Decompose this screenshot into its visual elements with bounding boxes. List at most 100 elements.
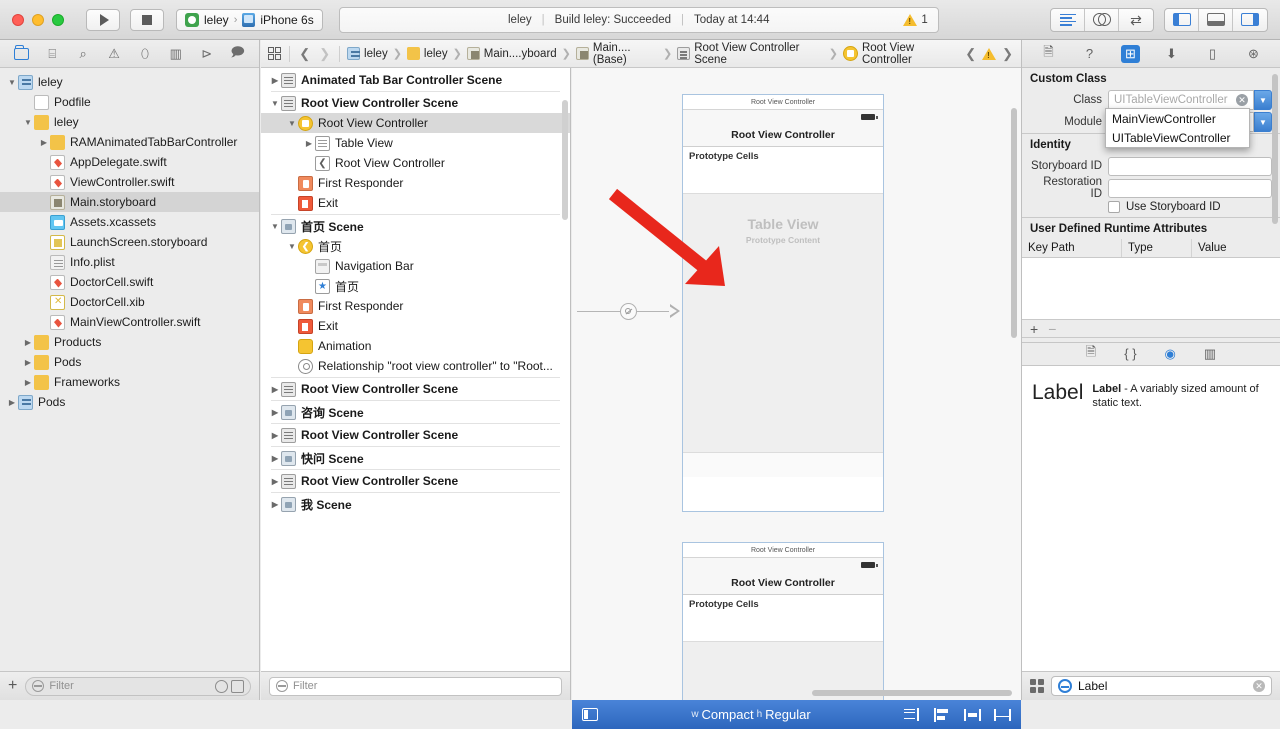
table-view-body-top[interactable]: Table View Prototype Content (683, 194, 883, 452)
chevron-right-icon[interactable]: ❯ (317, 46, 332, 62)
navigator-item[interactable]: ▶ Pods (0, 352, 259, 372)
disclosure-triangle-icon[interactable]: ▶ (269, 76, 281, 85)
report-navigator-icon[interactable]: 🗩 (227, 44, 249, 63)
file-inspector-icon[interactable]: 🗎 (1039, 44, 1058, 63)
disclosure-triangle-icon[interactable]: ▶ (6, 398, 18, 407)
project-navigator-icon[interactable] (10, 44, 32, 63)
test-navigator-icon[interactable]: ⬯ (134, 45, 156, 63)
class-combobox[interactable]: UITableViewController ✕ ▼ (1108, 90, 1272, 110)
find-navigator-icon[interactable]: ⌕ (72, 45, 94, 63)
toggle-debug-area-button[interactable] (1199, 8, 1233, 31)
outline-row[interactable]: ▼ 首页 Scene (261, 216, 570, 236)
breadcrumb-segment[interactable]: leley (406, 47, 448, 60)
navigator-item[interactable]: ▶ RAMAnimatedTabBarController (0, 132, 259, 152)
disclosure-triangle-icon[interactable]: ▶ (269, 477, 281, 486)
toggle-utilities-button[interactable] (1233, 9, 1267, 31)
class-input[interactable]: UITableViewController (1108, 90, 1254, 110)
outline-row[interactable]: First Responder (261, 173, 570, 193)
clear-filter-icon[interactable]: ✕ (1253, 680, 1265, 692)
align-icon[interactable] (963, 708, 981, 722)
navigator-item[interactable]: DoctorCell.xib (0, 292, 259, 312)
storyboard-entry-point-icon[interactable] (620, 303, 637, 320)
breadcrumb-segment[interactable]: Main....yboard (466, 47, 557, 60)
object-library-icon[interactable]: ◉ (1165, 346, 1176, 362)
disclosure-triangle-icon[interactable]: ▶ (269, 408, 281, 417)
media-library-icon[interactable]: ▥ (1204, 346, 1216, 362)
scheme-selector[interactable]: leley › iPhone 6s (176, 8, 323, 31)
breadcrumb-segment[interactable]: Main....(Base) (575, 42, 658, 66)
standard-editor-button[interactable] (1051, 8, 1085, 31)
run-button[interactable] (86, 8, 120, 31)
storyboard-canvas[interactable]: Root View Controller Root View Controlle… (572, 68, 1021, 700)
outline-row[interactable]: First Responder (261, 296, 570, 316)
add-attribute-button[interactable]: + (1030, 321, 1038, 337)
navigator-item[interactable]: ▼ leley (0, 112, 259, 132)
issue-navigator-icon[interactable]: ⚠ (103, 45, 125, 63)
navigator-item[interactable]: AppDelegate.swift (0, 152, 259, 172)
class-dropdown-menu[interactable]: MainViewController UITableViewController (1105, 108, 1250, 148)
dropdown-option[interactable]: MainViewController (1106, 109, 1249, 128)
scene-root-view-controller-top[interactable]: Root View Controller Root View Controlle… (682, 94, 884, 512)
outline-row[interactable]: ▶ Root View Controller Scene (261, 379, 570, 399)
chevron-left-icon[interactable]: ❮ (297, 46, 312, 62)
library-view-grid-icon[interactable] (1030, 679, 1044, 693)
jumpbar-warning-icon[interactable] (982, 47, 997, 60)
toggle-document-outline-icon[interactable] (582, 708, 598, 721)
disclosure-triangle-icon[interactable]: ▶ (269, 431, 281, 440)
previous-issue-icon[interactable]: ❮ (963, 46, 978, 62)
warning-indicator[interactable]: 1 (903, 13, 928, 26)
navigator-item[interactable]: ▶ Products (0, 332, 259, 352)
disclosure-triangle-icon[interactable]: ▶ (269, 454, 281, 463)
disclosure-triangle-icon[interactable]: ▶ (303, 139, 315, 148)
outline-row[interactable]: ▼ ❮ 首页 (261, 236, 570, 256)
symbol-navigator-icon[interactable]: ⌸ (41, 45, 63, 63)
outline-row[interactable]: ▼ Root View Controller (261, 113, 570, 133)
project-file-tree[interactable]: ▼ leley Podfile ▼ leley ▶ RAMAnimatedTabBarCon… (0, 68, 259, 671)
source-control-filter-icon[interactable] (231, 679, 244, 693)
toggle-navigator-button[interactable] (1165, 8, 1199, 31)
maximize-button[interactable] (52, 13, 64, 26)
stop-button[interactable] (130, 8, 164, 31)
debug-navigator-icon[interactable]: ▥ (165, 45, 187, 63)
pin-icon[interactable] (993, 708, 1011, 722)
navigator-item[interactable]: MainViewController.swift (0, 312, 259, 332)
disclosure-triangle-icon[interactable]: ▶ (22, 378, 34, 387)
disclosure-triangle-icon[interactable]: ▶ (22, 338, 34, 347)
breakpoint-navigator-icon[interactable]: ⊳ (196, 45, 218, 63)
navigator-item[interactable]: ▼ leley (0, 72, 259, 92)
use-storyboard-id-checkbox[interactable] (1108, 201, 1120, 213)
version-editor-button[interactable]: ⇄ (1119, 9, 1153, 31)
quick-help-icon[interactable]: ? (1080, 45, 1099, 63)
module-chevron-down-icon[interactable]: ▼ (1254, 112, 1272, 132)
disclosure-triangle-icon[interactable]: ▼ (269, 222, 281, 231)
canvas-horizontal-scrollbar[interactable] (812, 690, 1012, 696)
outline-row[interactable]: ★ 首页 (261, 276, 570, 296)
outline-row[interactable]: ▼ Root View Controller Scene (261, 93, 570, 113)
navigator-item[interactable]: LaunchScreen.storyboard (0, 232, 259, 252)
disclosure-triangle-icon[interactable]: ▼ (22, 118, 34, 127)
outline-row[interactable]: Navigation Bar (261, 256, 570, 276)
minimize-button[interactable] (32, 13, 44, 26)
disclosure-triangle-icon[interactable]: ▶ (38, 138, 50, 147)
scene-root-view-controller-bottom[interactable]: Root View Controller Root View Controlle… (682, 542, 884, 700)
connections-inspector-icon[interactable]: ⊛ (1244, 45, 1263, 63)
outline-row[interactable]: ▶ Root View Controller Scene (261, 471, 570, 491)
navigator-item[interactable]: ▶ Frameworks (0, 372, 259, 392)
runtime-attributes-table[interactable] (1022, 258, 1280, 320)
outline-scrollbar[interactable] (562, 100, 568, 220)
outline-row[interactable]: ▶ Table View (261, 133, 570, 153)
restoration-id-input[interactable] (1108, 178, 1272, 198)
navigator-item[interactable]: ViewController.swift (0, 172, 259, 192)
disclosure-triangle-icon[interactable]: ▶ (269, 385, 281, 394)
prototype-cell-bottom[interactable] (683, 614, 883, 642)
document-outline-tree[interactable]: ▶ Animated Tab Bar Controller Scene ▼ Root … (261, 68, 570, 671)
navigator-item[interactable]: Main.storyboard (0, 192, 259, 212)
outline-filter-input[interactable]: Filter (269, 676, 562, 696)
use-storyboard-id-row[interactable]: Use Storyboard ID (1022, 199, 1280, 217)
auto-layout-issues-icon[interactable] (903, 707, 921, 722)
storyboard-id-input[interactable] (1108, 156, 1272, 176)
navigator-item[interactable]: Assets.xcassets (0, 212, 259, 232)
outline-row[interactable]: Exit (261, 193, 570, 213)
outline-row[interactable]: ▶ Animated Tab Bar Controller Scene (261, 70, 570, 90)
assistant-editor-button[interactable] (1085, 8, 1119, 31)
